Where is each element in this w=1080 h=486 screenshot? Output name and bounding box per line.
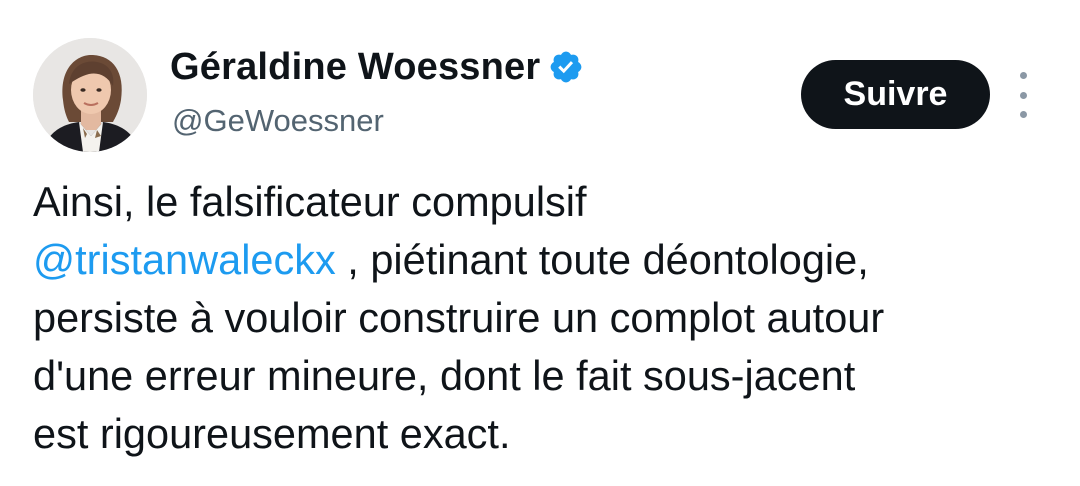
mention-link[interactable]: @tristanwaleckx — [33, 236, 336, 283]
dot — [1019, 72, 1027, 79]
display-name[interactable]: Géraldine Woessner — [170, 46, 540, 89]
tweet-line-5: est rigoureusement exact. — [33, 410, 511, 457]
author-name-row: Géraldine Woessner — [170, 38, 584, 96]
profile-photo-icon — [33, 38, 147, 152]
author-handle[interactable]: @GeWoessner — [172, 103, 384, 139]
tweet-card: Géraldine Woessner @GeWoessner Suivre Ai… — [0, 0, 1080, 486]
follow-button[interactable]: Suivre — [801, 60, 990, 129]
dot — [1019, 111, 1027, 118]
tweet-line-1: Ainsi, le falsificateur compulsif — [33, 178, 587, 225]
dot — [1019, 91, 1027, 99]
verified-badge-icon — [548, 49, 584, 85]
tweet-line-2-text: , piétinant toute déontologie, — [335, 236, 869, 283]
tweet-line-4: d'une erreur mineure, dont le fait sous-… — [33, 352, 856, 399]
tweet-line-3: persiste à vouloir construire un complot… — [33, 294, 885, 341]
more-options-icon[interactable] — [1009, 72, 1037, 118]
tweet-line-2: @tristanwaleckx , piétinant toute déonto… — [33, 231, 1063, 289]
tweet-text: Ainsi, le falsificateur compulsif @trist… — [33, 173, 1063, 463]
avatar[interactable] — [33, 38, 147, 152]
